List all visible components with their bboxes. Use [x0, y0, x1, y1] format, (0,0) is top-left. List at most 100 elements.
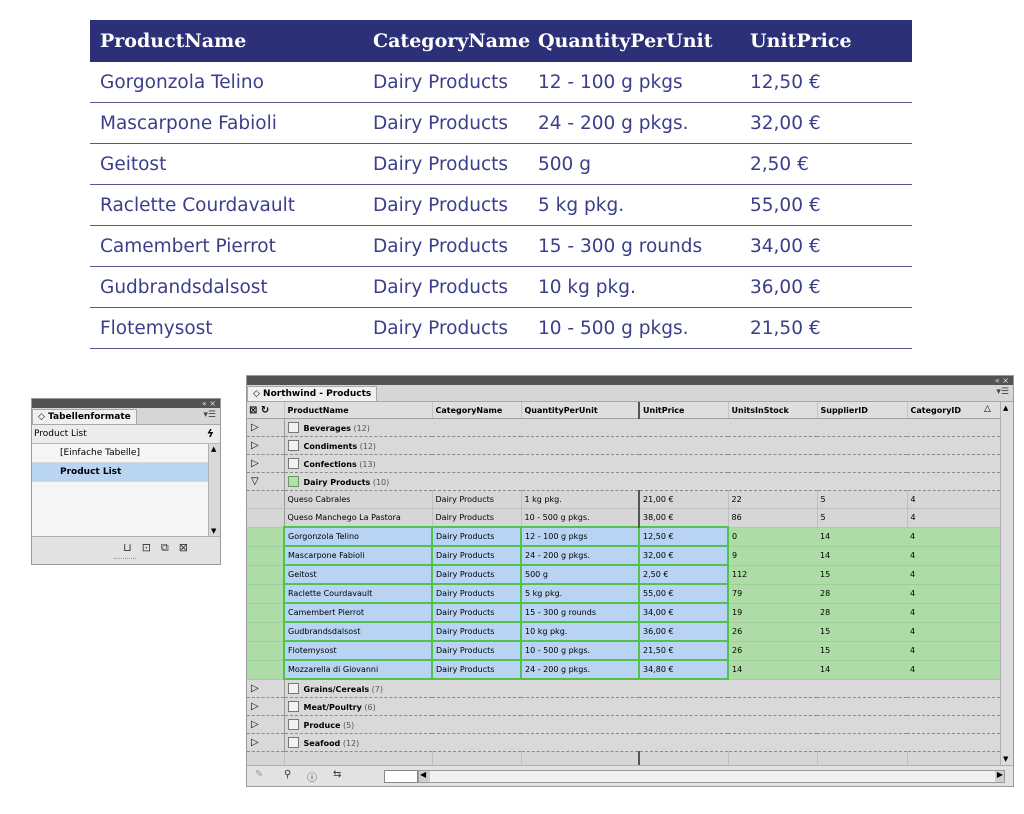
- table-cell[interactable]: 1 kg pkg.: [521, 490, 640, 509]
- group-checkbox[interactable]: [287, 737, 299, 748]
- row-header-cell[interactable]: [247, 584, 285, 604]
- table-row[interactable]: Flotemysost Dairy Products 10 - 500 g pkgs…: [247, 640, 1000, 661]
- table-cell[interactable]: 24 - 200 g pkgs.: [520, 545, 640, 566]
- table-cell[interactable]: 14: [817, 660, 907, 680]
- table-cell[interactable]: Dairy Products: [431, 659, 522, 680]
- table-cell[interactable]: Dairy Products: [431, 640, 522, 661]
- table-cell[interactable]: Gudbrandsdalsost: [283, 621, 433, 642]
- grid-vertical-scrollbar[interactable]: ▲ ▼: [1000, 402, 1013, 765]
- row-header-cell[interactable]: [247, 622, 285, 642]
- table-cell[interactable]: 12 - 100 g pkgs: [520, 526, 640, 547]
- table-cell[interactable]: 36,00 €: [638, 621, 729, 642]
- table-cell[interactable]: 15: [817, 641, 907, 661]
- group-row[interactable]: ▷ Beverages (12): [247, 418, 1000, 437]
- table-cell[interactable]: 4: [907, 527, 1000, 547]
- table-cell[interactable]: 112: [728, 565, 817, 585]
- scroll-down-icon[interactable]: ▼: [211, 527, 216, 535]
- table-cell[interactable]: 4: [907, 622, 1000, 642]
- group-row[interactable]: ▷ Produce (5): [247, 715, 1000, 734]
- table-row[interactable]: Mascarpone Fabioli Dairy Products 24 - 200…: [247, 545, 1000, 566]
- table-cell[interactable]: Flotemysost: [283, 640, 433, 661]
- refresh-icon[interactable]: ↻: [261, 405, 269, 416]
- row-header-cell[interactable]: [247, 660, 285, 680]
- new-style-icon[interactable]: ⊡: [142, 541, 161, 554]
- table-cell[interactable]: 26: [728, 641, 817, 661]
- table-cell[interactable]: 500 g: [520, 564, 640, 585]
- table-cell[interactable]: 28: [817, 603, 907, 623]
- table-cell[interactable]: Geitost: [283, 564, 433, 585]
- table-cell[interactable]: Dairy Products: [431, 583, 522, 604]
- trash-icon[interactable]: ⊠: [179, 541, 198, 554]
- table-cell[interactable]: Dairy Products: [432, 490, 522, 509]
- duplicate-icon[interactable]: ⧉: [161, 541, 179, 554]
- table-cell[interactable]: 5 kg pkg.: [520, 583, 640, 604]
- table-cell[interactable]: 86: [728, 508, 818, 528]
- table-cell[interactable]: 21,50 €: [638, 640, 729, 661]
- table-row[interactable]: Gorgonzola Telino Dairy Products 12 - 100 …: [247, 526, 1000, 547]
- group-checkbox[interactable]: [287, 440, 299, 451]
- table-cell[interactable]: 9: [728, 546, 817, 566]
- row-header-cell[interactable]: [247, 527, 285, 547]
- table-cell[interactable]: 4: [907, 603, 1000, 623]
- tab-northwind-products[interactable]: ◇ Northwind - Products: [247, 386, 378, 401]
- table-cell[interactable]: Gorgonzola Telino: [283, 526, 433, 547]
- group-checkbox[interactable]: [287, 476, 299, 487]
- collapse-triangle-icon[interactable]: ▷: [247, 733, 285, 752]
- scroll-up-icon[interactable]: ▲: [1003, 404, 1008, 412]
- table-cell[interactable]: 14: [817, 546, 907, 566]
- table-cell[interactable]: 10 kg pkg.: [520, 621, 640, 642]
- select-all-icon[interactable]: ⊠: [249, 405, 257, 416]
- row-header-cell[interactable]: [247, 490, 285, 509]
- group-checkbox[interactable]: [287, 701, 299, 712]
- folder-icon[interactable]: ⊔: [123, 541, 142, 554]
- group-row[interactable]: ▷ Grains/Cereals (7): [247, 679, 1000, 698]
- group-checkbox[interactable]: [287, 683, 299, 694]
- row-header-cell[interactable]: [247, 641, 285, 661]
- table-cell[interactable]: 10 - 500 g pkgs.: [521, 508, 640, 528]
- table-cell[interactable]: 19: [728, 603, 817, 623]
- group-row[interactable]: ▷ Meat/Poultry (6): [247, 697, 1000, 716]
- table-row[interactable]: Queso Cabrales Dairy Products 1 kg pkg. 21,…: [247, 490, 1000, 509]
- table-row[interactable]: Queso Manchego La Pastora Dairy Products 1…: [247, 508, 1000, 528]
- table-cell[interactable]: 4: [907, 660, 1000, 680]
- row-header-cell[interactable]: [247, 508, 285, 528]
- table-cell[interactable]: 4: [907, 584, 1000, 604]
- column-header-categoryname[interactable]: CategoryName: [432, 402, 522, 419]
- group-checkbox[interactable]: [287, 719, 299, 730]
- table-cell[interactable]: 28: [817, 584, 907, 604]
- pencil-icon[interactable]: ✎: [255, 769, 263, 780]
- table-cell[interactable]: 10 - 500 g pkgs.: [520, 640, 640, 661]
- collapse-triangle-icon[interactable]: ▷: [247, 715, 285, 734]
- row-header-cell[interactable]: [247, 565, 285, 585]
- column-header-quantityperunit[interactable]: QuantityPerUnit: [521, 402, 640, 419]
- column-header-unitsinstock[interactable]: UnitsInStock: [728, 402, 818, 419]
- lightning-icon[interactable]: ϟ: [207, 425, 214, 443]
- table-cell[interactable]: 34,00 €: [638, 602, 729, 623]
- table-cell[interactable]: 15: [817, 565, 907, 585]
- scrollbar-thumb[interactable]: [430, 771, 995, 782]
- table-cell[interactable]: 5: [817, 490, 908, 509]
- table-cell[interactable]: Raclette Courdavault: [283, 583, 433, 604]
- resize-grip[interactable]: [114, 558, 136, 562]
- info-icon[interactable]: ⓘ: [307, 769, 317, 784]
- row-header-cell[interactable]: [247, 546, 285, 566]
- table-cell[interactable]: 12,50 €: [638, 526, 729, 547]
- table-cell[interactable]: Camembert Pierrot: [283, 602, 433, 623]
- table-cell[interactable]: Dairy Products: [431, 602, 522, 623]
- swap-icon[interactable]: ⇆: [333, 769, 341, 780]
- list-item[interactable]: [Einfache Tabelle]: [32, 444, 209, 463]
- table-cell[interactable]: 22: [728, 490, 818, 509]
- table-cell[interactable]: 4: [907, 546, 1000, 566]
- collapse-triangle-icon[interactable]: ▷: [247, 418, 285, 437]
- row-header-cell[interactable]: [247, 603, 285, 623]
- collapse-triangle-icon[interactable]: ▷: [247, 436, 285, 455]
- sort-indicator-icon[interactable]: △: [984, 404, 991, 414]
- collapse-triangle-icon[interactable]: ▷: [247, 697, 285, 716]
- table-row[interactable]: Mozzarella di Giovanni Dairy Products 24 -…: [247, 659, 1000, 680]
- table-cell[interactable]: Dairy Products: [431, 564, 522, 585]
- scroll-right-icon[interactable]: ▶: [997, 770, 1003, 779]
- table-cell[interactable]: 55,00 €: [638, 583, 729, 604]
- panel-collapse-close-controls[interactable]: « ×: [202, 399, 216, 408]
- table-cell[interactable]: Dairy Products: [431, 526, 522, 547]
- scroll-up-icon[interactable]: ▲: [211, 445, 216, 453]
